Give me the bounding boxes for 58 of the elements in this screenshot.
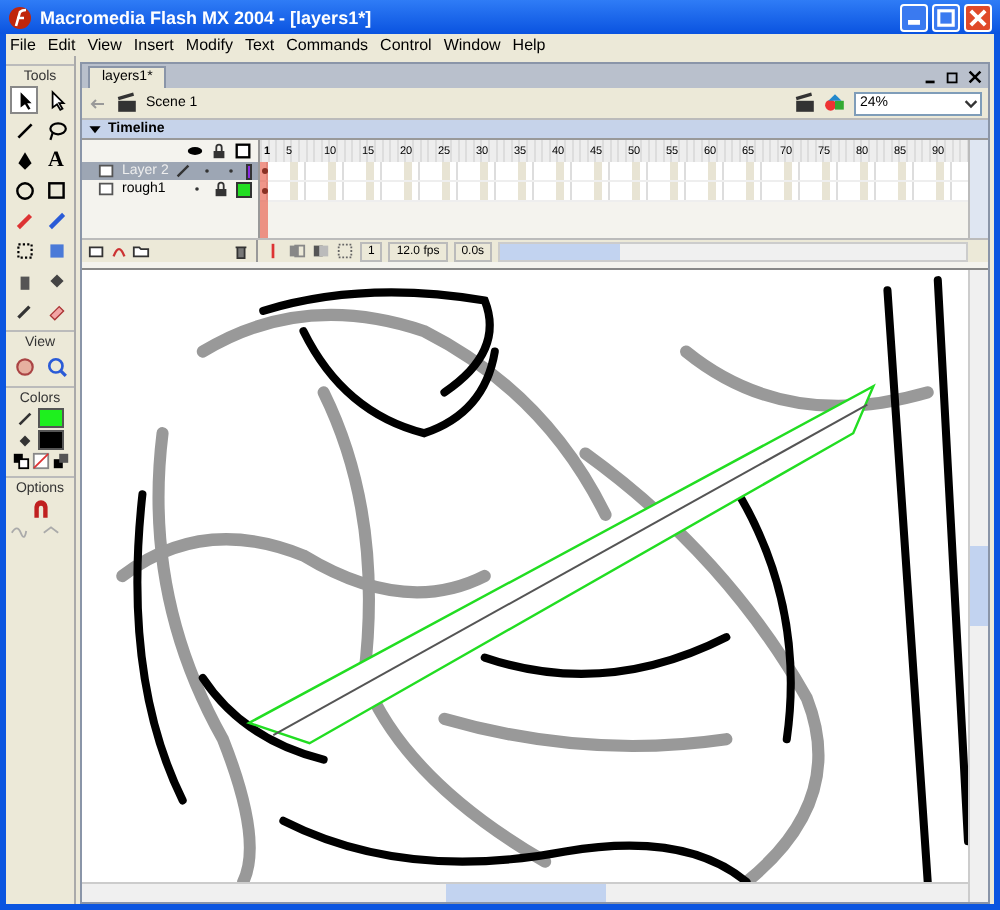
edit-frames-icon[interactable]	[336, 242, 354, 260]
minimize-icon	[908, 20, 920, 25]
outline-icon[interactable]	[234, 142, 252, 160]
vertical-scrollbar[interactable]	[968, 270, 988, 902]
no-color-icon[interactable]	[31, 452, 49, 470]
stroke-color-swatch[interactable]	[38, 408, 64, 428]
menu-item[interactable]: Modify	[185, 36, 233, 54]
fill-color-swatch[interactable]	[38, 430, 64, 450]
text-tool[interactable]: A	[42, 146, 70, 174]
lock-icon[interactable]	[212, 180, 230, 198]
menu-item[interactable]: Insert	[133, 36, 174, 54]
vertical-scrollbar[interactable]	[968, 140, 988, 238]
eye-icon[interactable]	[186, 142, 204, 160]
swap-colors-icon[interactable]	[51, 452, 69, 470]
keyframe-dot-icon	[262, 188, 268, 194]
menu-item[interactable]: Text	[244, 36, 275, 54]
pencil-icon	[174, 162, 193, 180]
keyframe-dot-icon	[262, 168, 268, 174]
oval-tool-icon[interactable]	[10, 176, 38, 204]
layer-color-square[interactable]	[236, 181, 252, 197]
clapperboard-icon	[116, 92, 138, 114]
menu-item[interactable]: Help	[512, 36, 546, 54]
restore-button[interactable]	[932, 3, 960, 31]
rectangle-tool-icon[interactable]	[42, 176, 70, 204]
restore-icon	[934, 5, 958, 29]
menu-item[interactable]: Control	[380, 36, 432, 54]
insert-layer-icon[interactable]	[88, 242, 106, 260]
menu-item[interactable]: View	[87, 36, 122, 54]
menu-item[interactable]: Commands	[286, 36, 369, 54]
horizontal-scrollbar[interactable]	[82, 882, 968, 902]
onion-outline-icon[interactable]	[312, 242, 330, 260]
horizontal-scrollbar[interactable]	[498, 241, 968, 261]
lock-icon[interactable]	[210, 142, 228, 160]
layer-color-square[interactable]	[246, 163, 252, 179]
edit-scene-icon[interactable]	[794, 92, 816, 114]
arrow-tool-icon[interactable]	[10, 86, 38, 114]
restore-icon[interactable]	[944, 67, 962, 85]
trash-icon[interactable]	[232, 242, 250, 260]
playhead[interactable]	[260, 162, 268, 238]
menu-item[interactable]: Window	[443, 36, 501, 54]
expand-triangle-icon[interactable]	[88, 122, 102, 136]
window-title: Macromedia Flash MX 2004 - [layers1*]	[40, 7, 374, 27]
motion-guide-icon[interactable]	[110, 242, 128, 260]
menu-item[interactable]: File	[10, 36, 36, 54]
close-icon	[966, 5, 990, 29]
zoom-icon[interactable]	[42, 352, 70, 380]
magnet-icon[interactable]	[29, 498, 51, 520]
onion-skin-icon[interactable]	[288, 242, 306, 260]
caret-icon	[962, 94, 980, 112]
app-logo-icon	[8, 5, 32, 29]
folder-icon[interactable]	[132, 242, 150, 260]
edit-symbols-icon[interactable]	[824, 92, 846, 114]
pencil-icon	[16, 409, 34, 427]
menu-item[interactable]: Edit	[47, 36, 76, 54]
close-button[interactable]	[964, 3, 992, 31]
close-icon[interactable]	[966, 67, 984, 85]
minimize-button[interactable]	[900, 3, 928, 31]
default-colors-icon[interactable]	[11, 452, 29, 470]
